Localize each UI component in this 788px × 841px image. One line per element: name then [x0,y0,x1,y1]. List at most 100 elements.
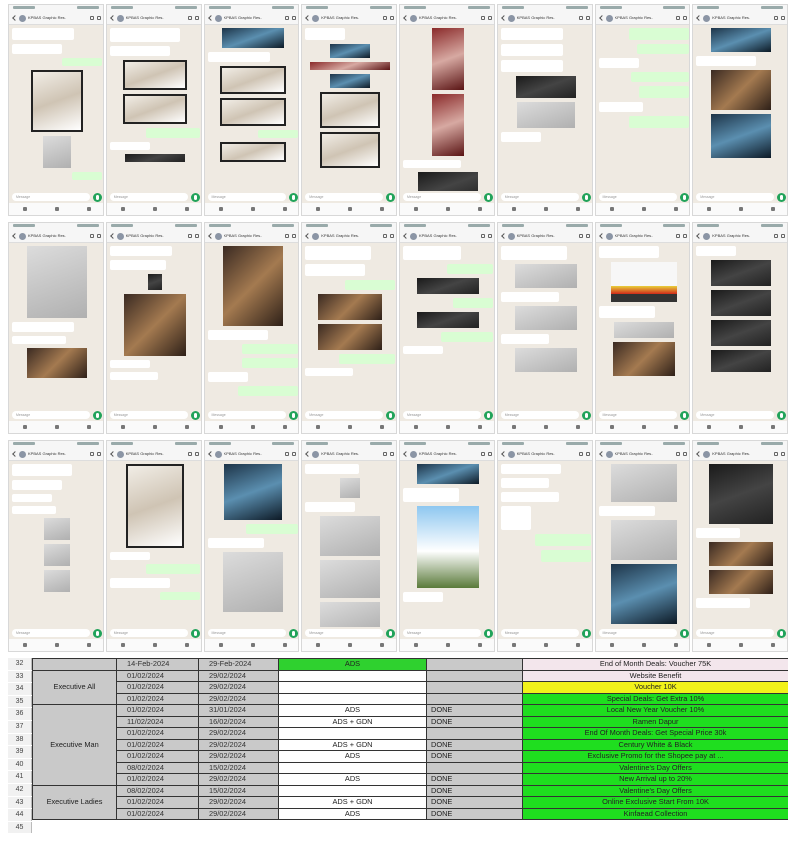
recents-icon[interactable] [23,643,27,647]
chat-title[interactable]: KPBAS Graphic Res... [224,452,262,456]
recents-icon[interactable] [511,207,516,211]
back-arrow-icon[interactable] [12,233,18,239]
video-call-icon[interactable] [187,452,192,456]
phone-call-icon[interactable] [292,16,297,20]
message-input[interactable]: Message [598,411,677,419]
image-message[interactable] [43,136,71,168]
mic-icon[interactable] [581,192,591,202]
end-date-cell[interactable]: 29/02/2024 [198,738,279,751]
incoming-message[interactable] [207,52,270,62]
image-message[interactable] [219,98,286,126]
outgoing-message[interactable] [241,358,298,368]
image-message[interactable] [219,142,286,162]
image-message[interactable] [709,542,774,566]
start-date-cell[interactable]: 01/02/2024 [116,704,199,717]
chat-title[interactable]: KPBAS Graphic Res... [28,234,66,238]
image-message[interactable] [610,564,677,624]
incoming-message[interactable] [109,28,180,42]
incoming-message[interactable] [12,322,74,332]
video-call-icon[interactable] [285,16,290,20]
image-message[interactable] [122,60,187,90]
message-input[interactable]: Message [403,193,481,201]
end-date-cell[interactable]: 29/02/2024 [198,727,279,740]
recents-icon[interactable] [609,425,614,429]
category-cell[interactable]: Executive Ladies [32,784,117,820]
home-icon[interactable] [739,207,744,211]
promo-cell[interactable]: Local New Year Voucher 10% [522,704,788,717]
video-call-icon[interactable] [383,16,387,20]
back-icon[interactable] [184,425,189,429]
end-date-cell[interactable]: 29/02/2024 [198,669,279,682]
group-avatar[interactable] [507,232,515,240]
video-call-icon[interactable] [383,452,387,456]
incoming-message[interactable] [598,102,643,112]
image-message[interactable] [222,552,283,612]
image-message[interactable] [27,246,87,318]
status-cell[interactable]: DONE [426,784,523,797]
incoming-message[interactable] [207,330,268,340]
image-message[interactable] [320,92,381,128]
chat-title[interactable]: KPBAS Graphic Res... [126,16,164,20]
outgoing-message[interactable] [453,298,493,308]
incoming-message[interactable] [305,28,346,40]
message-input[interactable]: Message [207,629,286,637]
back-icon[interactable] [282,425,287,429]
image-message[interactable] [514,306,577,330]
recents-icon[interactable] [120,207,125,211]
mic-icon[interactable] [581,410,591,420]
recents-icon[interactable] [414,425,418,429]
image-message[interactable] [417,464,479,484]
image-message[interactable] [44,518,70,540]
home-icon[interactable] [250,207,255,211]
chat-title[interactable]: KPBAS Graphic Res... [517,16,555,20]
group-avatar[interactable] [703,232,711,240]
home-icon[interactable] [152,207,157,211]
mic-icon[interactable] [679,628,689,638]
start-date-cell[interactable]: 01/02/2024 [116,738,199,751]
channel-cell[interactable] [278,681,427,694]
chat-title[interactable]: KPBAS Graphic Res... [126,452,164,456]
mic-icon[interactable] [679,192,689,202]
incoming-message[interactable] [109,372,158,380]
incoming-message[interactable] [12,480,62,490]
home-icon[interactable] [55,643,59,647]
promo-cell[interactable]: Exclusive Promo for the Shopee pay at ..… [522,750,788,763]
outgoing-message[interactable] [630,72,689,82]
back-icon[interactable] [380,643,385,647]
incoming-message[interactable] [403,592,443,602]
recents-icon[interactable] [23,207,27,211]
message-input[interactable]: Message [403,411,481,419]
row-number[interactable]: 32 [8,658,32,670]
incoming-message[interactable] [109,46,170,56]
incoming-message[interactable] [500,44,563,56]
image-message[interactable] [417,278,479,294]
promo-cell[interactable]: End of Month Deals: Voucher 75K [522,658,788,671]
back-arrow-icon[interactable] [403,451,409,457]
video-call-icon[interactable] [578,16,583,20]
group-avatar[interactable] [116,450,124,458]
back-arrow-icon[interactable] [500,233,507,239]
status-cell[interactable]: DONE [426,738,523,751]
mic-icon[interactable] [484,628,493,638]
incoming-message[interactable] [12,494,52,502]
incoming-message[interactable] [598,246,659,258]
incoming-message[interactable] [598,306,655,318]
phone-call-icon[interactable] [487,234,492,238]
outgoing-message[interactable] [638,86,689,98]
recents-icon[interactable] [511,425,516,429]
group-avatar[interactable] [116,14,124,22]
category-cell[interactable]: Executive Man [32,704,117,786]
status-cell[interactable] [426,761,523,774]
incoming-message[interactable] [403,246,461,260]
end-date-cell[interactable]: 29/02/2024 [198,681,279,694]
home-icon[interactable] [348,643,353,647]
mic-icon[interactable] [581,628,591,638]
image-message[interactable] [320,602,381,629]
group-avatar[interactable] [19,232,26,240]
video-call-icon[interactable] [578,452,583,456]
image-message[interactable] [122,94,187,124]
video-call-icon[interactable] [578,234,583,238]
channel-cell[interactable] [278,784,427,797]
image-message[interactable] [711,28,772,52]
chat-title[interactable]: KPBAS Graphic Res... [224,234,262,238]
